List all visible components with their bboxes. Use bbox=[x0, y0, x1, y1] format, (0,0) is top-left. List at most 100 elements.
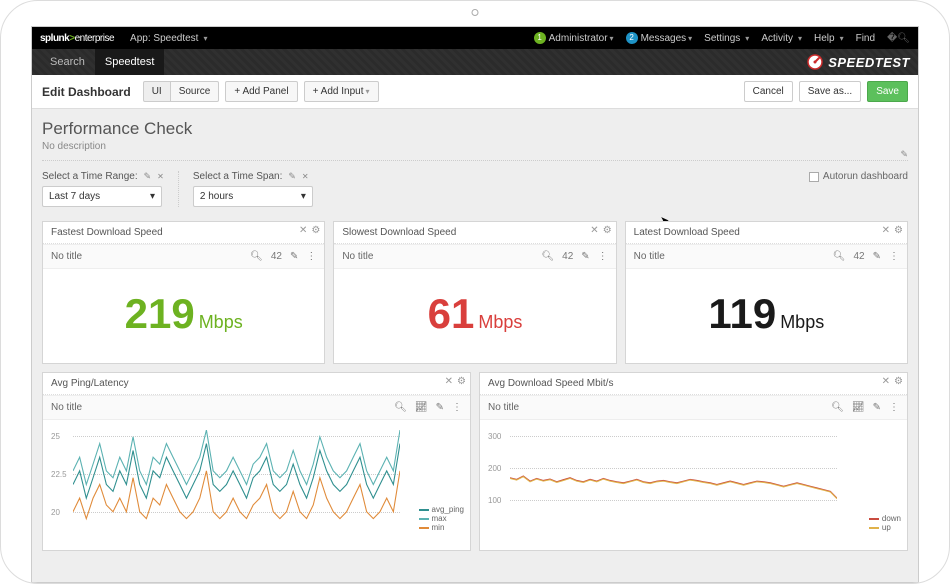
viz-subtitle: No title bbox=[488, 402, 831, 413]
pencil-icon[interactable]: ✎ bbox=[436, 402, 444, 413]
gear-icon[interactable]: ⚙ bbox=[603, 225, 612, 236]
messages-menu[interactable]: 2 Messages bbox=[626, 32, 693, 44]
help-menu[interactable]: Help bbox=[814, 33, 844, 44]
page-subtitle: No description bbox=[42, 141, 908, 152]
close-icon[interactable] bbox=[302, 171, 309, 182]
edit-icon[interactable] bbox=[900, 149, 908, 160]
save-as-button[interactable]: Save as... bbox=[799, 81, 861, 102]
panel-fastest: Fastest Download Speed ✕ ⚙ No title 🔍︎ 42… bbox=[42, 221, 325, 364]
gear-icon[interactable]: ⚙ bbox=[894, 376, 903, 387]
app-selector[interactable]: App: Speedtest bbox=[130, 33, 207, 44]
search-icon[interactable]: 🔍︎ bbox=[831, 402, 844, 413]
metric-unit: Mbps bbox=[478, 312, 522, 332]
view-mode-toggle: UI Source bbox=[143, 81, 220, 102]
panel-speed-chart: Avg Download Speed Mbit/s ✕ ⚙ No title 🔍︎… bbox=[479, 372, 908, 551]
pencil-icon[interactable]: ✎ bbox=[873, 251, 881, 262]
dashboard-content: Performance Check No description Select … bbox=[32, 109, 918, 582]
ping-plot bbox=[73, 430, 400, 539]
viz-subtitle: No title bbox=[51, 251, 250, 262]
source-mode-button[interactable]: Source bbox=[171, 81, 220, 102]
speed-plot bbox=[510, 430, 837, 539]
page-mode-title: Edit Dashboard bbox=[42, 85, 131, 99]
close-icon[interactable]: ✕ bbox=[882, 225, 890, 236]
more-icon[interactable]: ⋮ bbox=[889, 402, 899, 413]
edit-icon[interactable] bbox=[144, 171, 152, 182]
page-title: Performance Check bbox=[42, 119, 908, 139]
more-icon[interactable]: ⋮ bbox=[306, 251, 316, 262]
search-icon[interactable]: 🔍︎ bbox=[833, 251, 846, 262]
autorun-label: Autorun dashboard bbox=[823, 171, 908, 182]
time-span-label: Select a Time Span: bbox=[193, 171, 283, 182]
close-icon[interactable] bbox=[157, 171, 164, 182]
device-camera bbox=[472, 9, 479, 16]
gauge-icon bbox=[807, 54, 823, 70]
admin-menu[interactable]: 1 Administrator bbox=[534, 32, 614, 44]
close-icon[interactable]: ✕ bbox=[445, 376, 453, 387]
save-button[interactable]: Save bbox=[867, 81, 908, 102]
brand-speedtest: SPEEDTEST bbox=[807, 49, 910, 75]
cancel-button[interactable]: Cancel bbox=[744, 81, 793, 102]
metric-value: 219 bbox=[125, 293, 195, 335]
close-icon[interactable]: ✕ bbox=[882, 376, 890, 387]
edit-icon[interactable] bbox=[288, 171, 296, 182]
autorun-checkbox[interactable] bbox=[809, 172, 819, 182]
more-icon[interactable]: ⋮ bbox=[889, 251, 899, 262]
pencil-icon[interactable]: ✎ bbox=[581, 251, 589, 262]
ping-legend: avg_pingmaxmin bbox=[419, 505, 464, 532]
search-icon[interactable]: �🔍︎ bbox=[887, 33, 910, 44]
time-range-select[interactable]: Last 7 days▾ bbox=[42, 186, 162, 207]
panel-ping-chart: Avg Ping/Latency ✕ ⚙ No title 🔍︎ 📈︎ ✎ ⋮ bbox=[42, 372, 471, 551]
panel-title: Slowest Download Speed bbox=[342, 227, 456, 238]
speed-chart: 300 200 100 downup bbox=[480, 420, 907, 550]
chevron-down-icon: ▾ bbox=[301, 191, 306, 202]
admin-badge: 1 bbox=[534, 32, 546, 44]
chevron-down-icon: ▾ bbox=[150, 191, 155, 202]
add-input-button[interactable]: + Add Input bbox=[304, 81, 379, 102]
settings-menu[interactable]: Settings bbox=[704, 33, 749, 44]
messages-badge: 2 bbox=[626, 32, 638, 44]
search-icon[interactable]: 🔍︎ bbox=[250, 251, 263, 262]
viz-subtitle: No title bbox=[342, 251, 541, 262]
result-count: 42 bbox=[271, 251, 282, 262]
edit-actionbar: Edit Dashboard UI Source + Add Panel + A… bbox=[32, 75, 918, 109]
panel-title: Fastest Download Speed bbox=[51, 227, 163, 238]
gear-icon[interactable]: ⚙ bbox=[457, 376, 466, 387]
ui-mode-button[interactable]: UI bbox=[143, 81, 171, 102]
panel-title: Avg Ping/Latency bbox=[51, 378, 129, 389]
more-icon[interactable]: ⋮ bbox=[452, 402, 462, 413]
metric-unit: Mbps bbox=[199, 312, 243, 332]
more-icon[interactable]: ⋮ bbox=[598, 251, 608, 262]
activity-menu[interactable]: Activity bbox=[761, 33, 802, 44]
viz-format-icon[interactable]: 📈︎ bbox=[415, 402, 428, 413]
time-range-label: Select a Time Range: bbox=[42, 171, 138, 182]
time-span-select[interactable]: 2 hours▾ bbox=[193, 186, 313, 207]
speed-legend: downup bbox=[869, 514, 901, 532]
gear-icon[interactable]: ⚙ bbox=[894, 225, 903, 236]
global-topbar: splunk>enterprise App: Speedtest 1 Admin… bbox=[32, 27, 918, 49]
add-panel-button[interactable]: + Add Panel bbox=[225, 81, 297, 102]
viz-subtitle: No title bbox=[634, 251, 833, 262]
close-icon[interactable]: ✕ bbox=[590, 225, 598, 236]
panel-title: Avg Download Speed Mbit/s bbox=[488, 378, 613, 389]
tab-speedtest[interactable]: Speedtest bbox=[95, 49, 165, 75]
search-icon[interactable]: 🔍︎ bbox=[541, 251, 554, 262]
splunk-logo: splunk>enterprise bbox=[40, 33, 114, 44]
gear-icon[interactable]: ⚙ bbox=[311, 225, 320, 236]
viz-subtitle: No title bbox=[51, 402, 394, 413]
pencil-icon[interactable]: ✎ bbox=[873, 402, 881, 413]
metric-value: 61 bbox=[428, 293, 475, 335]
search-icon[interactable]: 🔍︎ bbox=[394, 402, 407, 413]
panel-title: Latest Download Speed bbox=[634, 227, 740, 238]
close-icon[interactable]: ✕ bbox=[299, 225, 307, 236]
pencil-icon[interactable]: ✎ bbox=[290, 251, 298, 262]
find-link[interactable]: Find bbox=[856, 33, 875, 44]
app-navbar: Search Speedtest SPEEDTEST bbox=[32, 49, 918, 75]
filter-bar: Select a Time Range: Last 7 days▾ Select… bbox=[42, 171, 908, 207]
tab-search[interactable]: Search bbox=[40, 49, 95, 75]
ping-chart: 25 22.5 20 avg_pingmaxmin bbox=[43, 420, 470, 550]
result-count: 42 bbox=[853, 251, 864, 262]
panel-latest: Latest Download Speed ✕⚙ No title 🔍︎ 42 … bbox=[625, 221, 908, 364]
metric-value: 119 bbox=[708, 293, 776, 335]
viz-format-icon[interactable]: 📈︎ bbox=[852, 402, 865, 413]
result-count: 42 bbox=[562, 251, 573, 262]
